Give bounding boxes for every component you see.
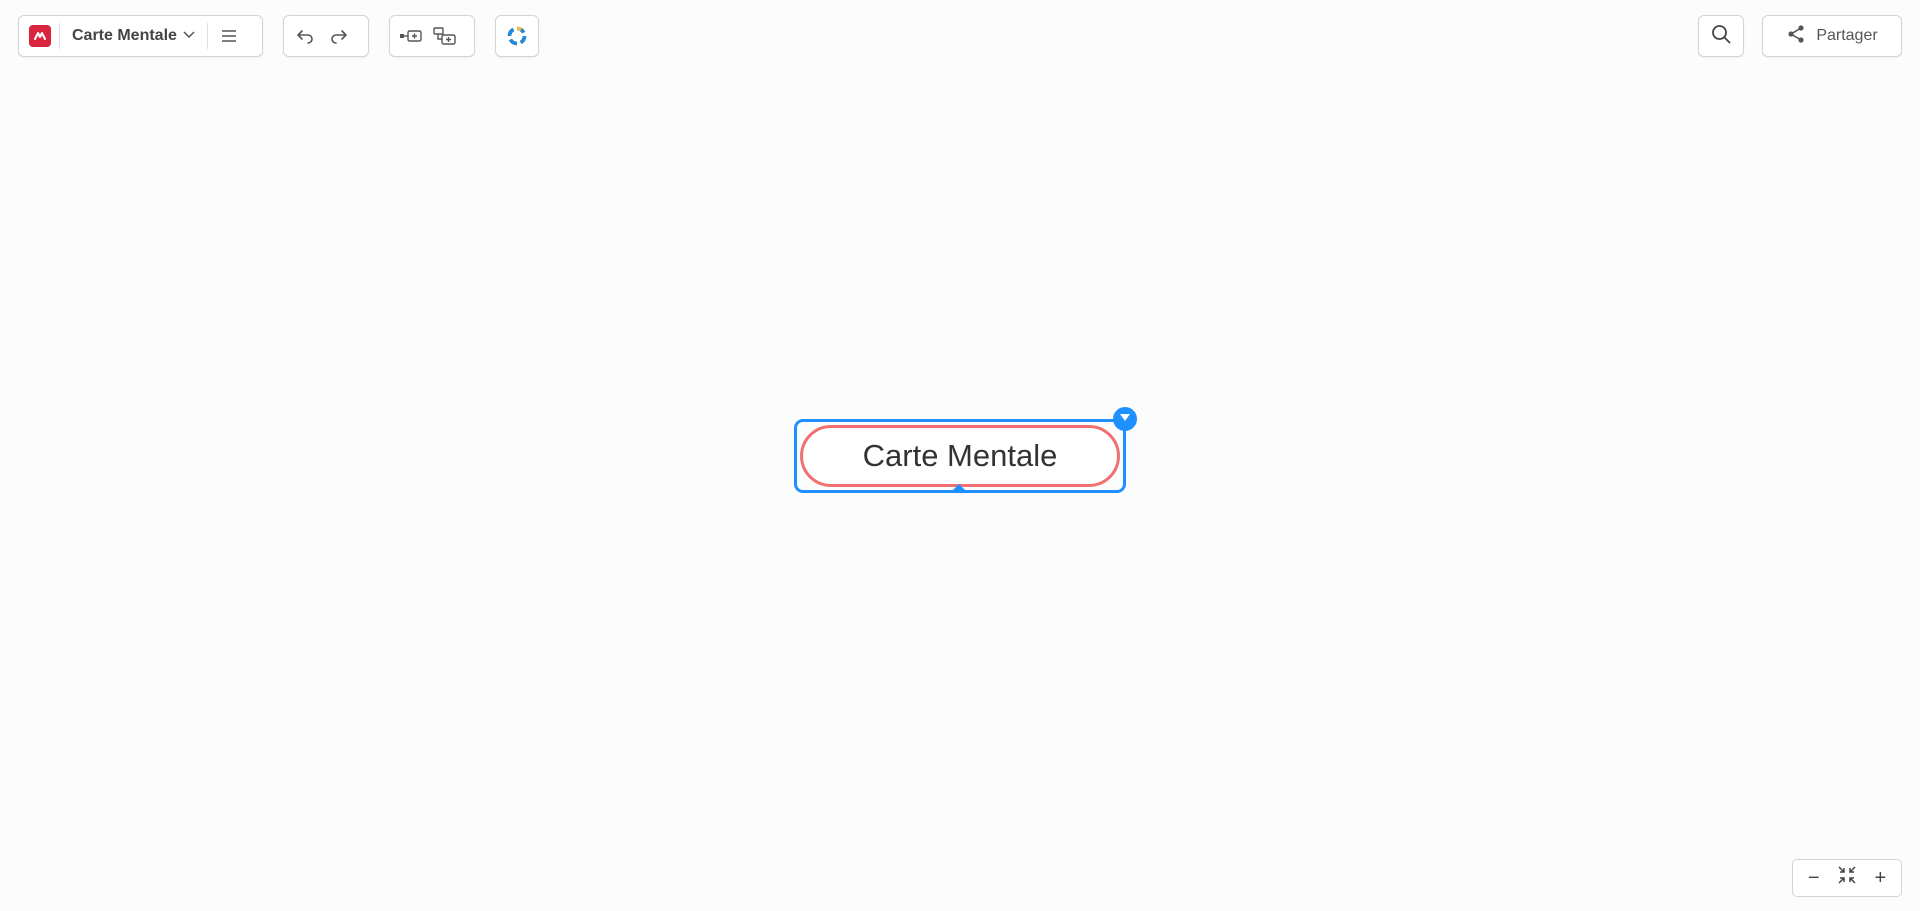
chevron-down-icon [181,26,197,47]
search-icon [1710,23,1732,50]
add-sibling-node-icon [399,26,423,46]
redo-button[interactable] [322,19,356,53]
menu-button[interactable] [212,19,246,53]
fit-to-screen-icon [1837,865,1857,891]
root-node-selection: Carte Mentale [794,419,1126,493]
add-child-node-button[interactable] [428,19,462,53]
color-theme-button[interactable] [500,19,534,53]
theme-toolbar [495,15,539,57]
toolbar-divider [59,23,60,49]
zoom-in-button[interactable]: + [1865,863,1895,893]
fit-to-screen-button[interactable] [1832,863,1862,893]
map-title: Carte Mentale [72,27,177,44]
history-toolbar [283,15,369,57]
hamburger-menu-icon [220,27,238,45]
title-toolbar: Carte Mentale [18,15,263,57]
add-sibling-node-button[interactable] [394,19,428,53]
node-anchor-handle[interactable] [953,484,965,490]
share-icon [1786,24,1806,49]
color-theme-icon [506,25,528,47]
map-title-dropdown[interactable]: Carte Mentale [64,19,203,53]
toolbar-divider [206,23,208,49]
root-node[interactable]: Carte Mentale [800,425,1120,487]
search-button[interactable] [1698,15,1744,57]
add-child-node-icon [433,26,457,46]
undo-icon [295,26,315,46]
zoom-controls: − + [1792,859,1902,897]
node-collapse-toggle[interactable] [1113,407,1137,431]
undo-button[interactable] [288,19,322,53]
share-label: Partager [1816,27,1878,44]
caret-down-icon [1119,410,1131,428]
zoom-in-label: + [1874,866,1887,889]
zoom-out-label: − [1807,866,1820,889]
root-node-label: Carte Mentale [862,438,1058,473]
zoom-out-button[interactable]: − [1799,863,1829,893]
share-button[interactable]: Partager [1762,15,1902,57]
redo-icon [329,26,349,46]
node-toolbar [389,15,475,57]
app-logo-icon[interactable] [29,25,51,47]
